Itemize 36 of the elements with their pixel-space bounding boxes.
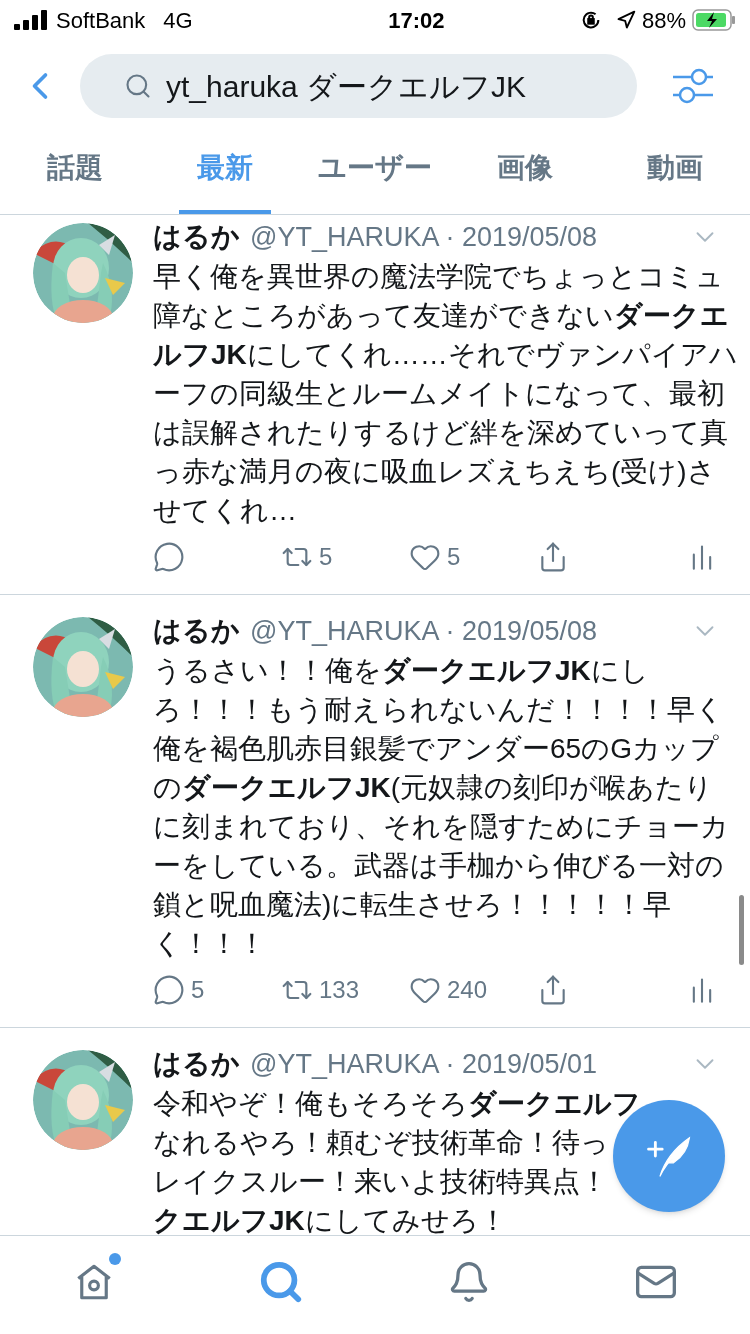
tweet-text: レイクスルー！来いよ技術特異点！ — [153, 1165, 608, 1199]
tab[interactable]: 画像 — [479, 126, 571, 214]
filter-icon[interactable] — [671, 66, 715, 106]
reply-icon[interactable] — [153, 541, 185, 573]
count: 133 — [319, 975, 360, 1005]
tweet-text: うるさい！！俺をダークエルフJKにしろ！！！もう耐えられないんだ！！！！早く俺を褐色肌赤目銀髪でアンダー65のGカップのダークエルフJK(元奴隷の刻印が喉あたりに刻まれており、それを隠すためにチョーカーをしている。武器は手枷から伸びる一対の鎖と呪血魔法)に転生させろ！！！！！早く！！！ — [153, 654, 730, 961]
tab[interactable]: 最新 — [179, 126, 271, 214]
reply-icon[interactable] — [153, 974, 185, 1006]
count: 240 — [447, 975, 488, 1005]
tab[interactable]: 話題 — [29, 126, 121, 214]
signal-icon — [14, 10, 48, 30]
tweet-meta: @YT_HARUKA · 2019/05/01 — [250, 1048, 598, 1081]
user-name[interactable]: はるか — [153, 1043, 240, 1085]
tab[interactable]: ユーザー — [300, 126, 450, 214]
user-name[interactable]: はるか — [153, 216, 240, 258]
tab[interactable]: 動画 — [629, 126, 721, 214]
scrollbar — [739, 895, 744, 965]
count: 5 — [319, 542, 333, 572]
tweet-meta: @YT_HARUKA · 2019/05/08 — [250, 221, 598, 254]
battery-icon — [692, 9, 736, 31]
search-field[interactable]: yt_haruka ダークエルフJK — [80, 54, 637, 118]
tweet-text: クエルフJKにしてみせろ！ — [153, 1204, 507, 1235]
battery-percent: 88% — [641, 6, 686, 35]
user-name[interactable]: はるか — [153, 610, 240, 652]
tweet-text: 早く俺を異世界の魔法学院でちょっとコミュ障なところがあって友達ができないダークエルフJKにしてくれ……それでヴァンパイアハーフの同級生とルームメイトになって、最初は誤解されたりするけど絆を深めていって真っ赤な満月の夜に吸血レズえちえち(受け)させてくれ… — [153, 260, 738, 528]
count: 5 — [447, 542, 461, 572]
tweet-text: なれるやろ！頼むぞ技術革命！待っ — [153, 1126, 609, 1160]
tweet-text: 令和やぞ！俺もそろそろダークエルフ — [153, 1087, 641, 1121]
carrier-name: SoftBank — [56, 6, 146, 35]
count: 5 — [191, 975, 205, 1005]
tweet-meta: @YT_HARUKA · 2019/05/08 — [250, 615, 598, 648]
network-type: 4G — [163, 6, 193, 35]
search-value: yt_haruka ダークエルフJK — [166, 68, 527, 105]
location-icon — [615, 10, 636, 30]
clock: 17:02 — [388, 6, 445, 35]
search-icon — [124, 72, 152, 100]
